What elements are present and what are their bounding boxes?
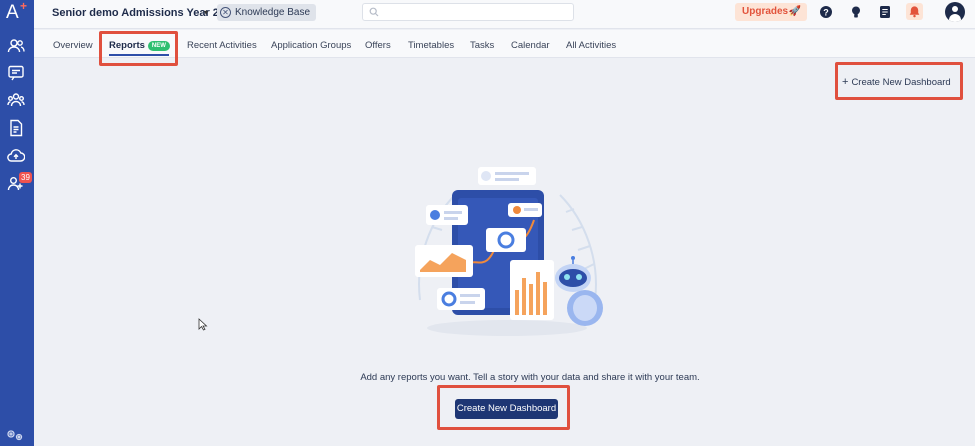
reports-illustration xyxy=(415,167,603,336)
settings-gears-icon[interactable] xyxy=(6,428,24,442)
svg-text:?: ? xyxy=(823,7,829,17)
logo-plus-icon: + xyxy=(20,0,28,13)
mouse-cursor-icon xyxy=(198,318,208,331)
bell-icon xyxy=(909,6,920,18)
highlight-reports-tab xyxy=(99,31,178,66)
chat-icon[interactable] xyxy=(7,64,25,82)
tab-application-groups[interactable]: Application Groups xyxy=(271,40,351,51)
avatar-head xyxy=(952,6,958,12)
close-circle-icon: ✕ xyxy=(220,7,231,18)
highlight-create-main xyxy=(437,385,570,430)
workspace-title[interactable]: Senior demo Admissions Year 202... xyxy=(52,7,240,19)
knowledge-base-label: Knowledge Base xyxy=(235,7,311,18)
workspace-dropdown-icon[interactable]: ▾ xyxy=(204,8,208,17)
top-bar: Senior demo Admissions Year 202... ▾ ✕ K… xyxy=(34,0,975,29)
sidebar: A + 39 xyxy=(0,0,34,446)
tab-tasks[interactable]: Tasks xyxy=(470,40,494,51)
tab-offers[interactable]: Offers xyxy=(365,40,391,51)
tab-overview[interactable]: Overview xyxy=(53,40,93,51)
highlight-create-top xyxy=(835,62,963,100)
rocket-icon: 🚀 xyxy=(788,6,801,17)
people-icon[interactable] xyxy=(7,91,25,109)
app-logo[interactable]: A + xyxy=(6,0,30,25)
upgrades-button[interactable]: Upgrades 🚀 xyxy=(735,3,807,21)
tab-recent-activities[interactable]: Recent Activities xyxy=(187,40,257,51)
avatar-body xyxy=(949,14,961,22)
search-icon xyxy=(369,7,379,17)
empty-state-message: Add any reports you want. Tell a story w… xyxy=(360,372,700,383)
knowledge-base-chip[interactable]: ✕ Knowledge Base xyxy=(217,4,317,21)
tab-calendar[interactable]: Calendar xyxy=(511,40,550,51)
lightbulb-icon[interactable] xyxy=(849,5,863,19)
search-input[interactable] xyxy=(362,3,574,21)
tab-timetables[interactable]: Timetables xyxy=(408,40,454,51)
upgrades-label: Upgrades xyxy=(742,6,789,17)
notes-icon[interactable] xyxy=(878,5,892,19)
cloud-upload-icon[interactable] xyxy=(7,147,25,165)
account-icon[interactable] xyxy=(945,2,965,22)
logo-letter: A xyxy=(6,2,19,23)
help-icon[interactable]: ? xyxy=(819,5,833,19)
notifications-button[interactable] xyxy=(906,3,923,20)
contacts-icon[interactable] xyxy=(7,37,25,55)
tab-all-activities[interactable]: All Activities xyxy=(566,40,616,51)
document-icon[interactable] xyxy=(7,119,25,137)
sidebar-notification-badge: 39 xyxy=(19,172,32,183)
